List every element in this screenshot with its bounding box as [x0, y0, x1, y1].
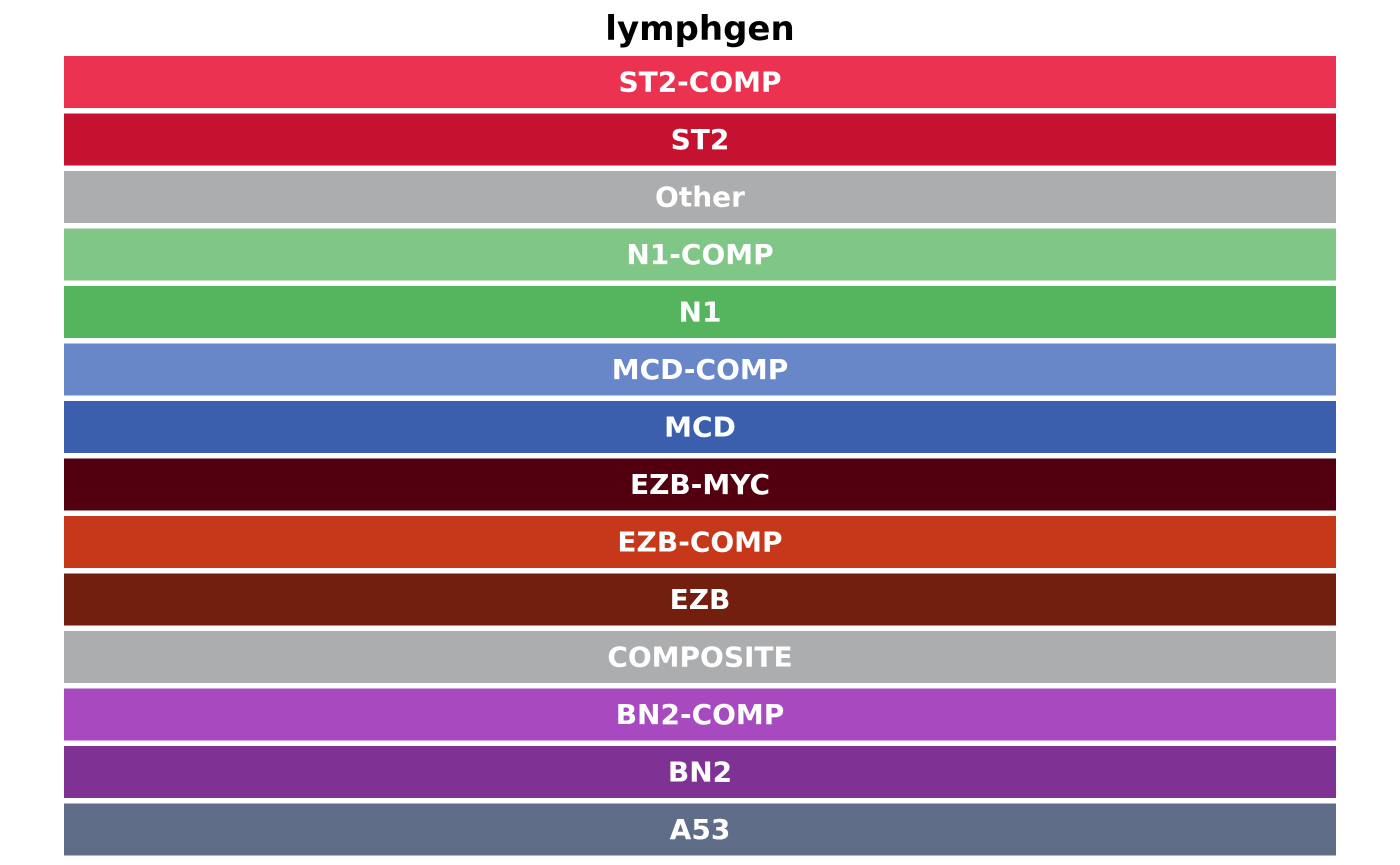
swatch-ezb-comp: EZB-COMP	[64, 516, 1336, 568]
swatch-label-ezb: EZB	[670, 583, 731, 616]
swatch-n1-comp: N1-COMP	[64, 228, 1336, 281]
swatch-label-a53: A53	[670, 813, 731, 846]
swatch-ezb: EZB	[64, 573, 1336, 626]
swatch-composite: COMPOSITE	[64, 631, 1336, 683]
swatch-st2: ST2	[64, 113, 1336, 166]
swatch-label-bn2: BN2	[668, 756, 732, 789]
swatch-mcd-comp: MCD-COMP	[64, 343, 1336, 396]
swatch-plot: ST2-COMP ST2 Other N1-COMP N1 MCD-COMP MCD EZB-…	[64, 56, 1336, 856]
swatch-ezb-myc: EZB-MYC	[64, 458, 1336, 511]
swatch-label-st2-comp: ST2-COMP	[618, 66, 781, 99]
swatch-bn2-comp: BN2-COMP	[64, 688, 1336, 741]
swatch-a53: A53	[64, 803, 1336, 856]
swatch-label-ezb-myc: EZB-MYC	[630, 468, 770, 501]
swatch-label-n1: N1	[679, 296, 722, 329]
swatch-label-ezb-comp: EZB-COMP	[617, 526, 782, 559]
swatch-label-other: Other	[655, 181, 745, 214]
swatch-label-bn2-comp: BN2-COMP	[616, 698, 785, 731]
swatch-label-mcd: MCD	[664, 411, 736, 444]
swatch-n1: N1	[64, 286, 1336, 338]
swatch-label-mcd-comp: MCD-COMP	[612, 353, 789, 386]
swatch-label-n1-comp: N1-COMP	[626, 238, 773, 271]
swatch-bn2: BN2	[64, 746, 1336, 798]
swatch-other: Other	[64, 171, 1336, 223]
swatch-label-composite: COMPOSITE	[607, 641, 792, 674]
swatch-st2-comp: ST2-COMP	[64, 56, 1336, 108]
swatch-mcd: MCD	[64, 401, 1336, 453]
swatch-label-st2: ST2	[671, 123, 730, 156]
